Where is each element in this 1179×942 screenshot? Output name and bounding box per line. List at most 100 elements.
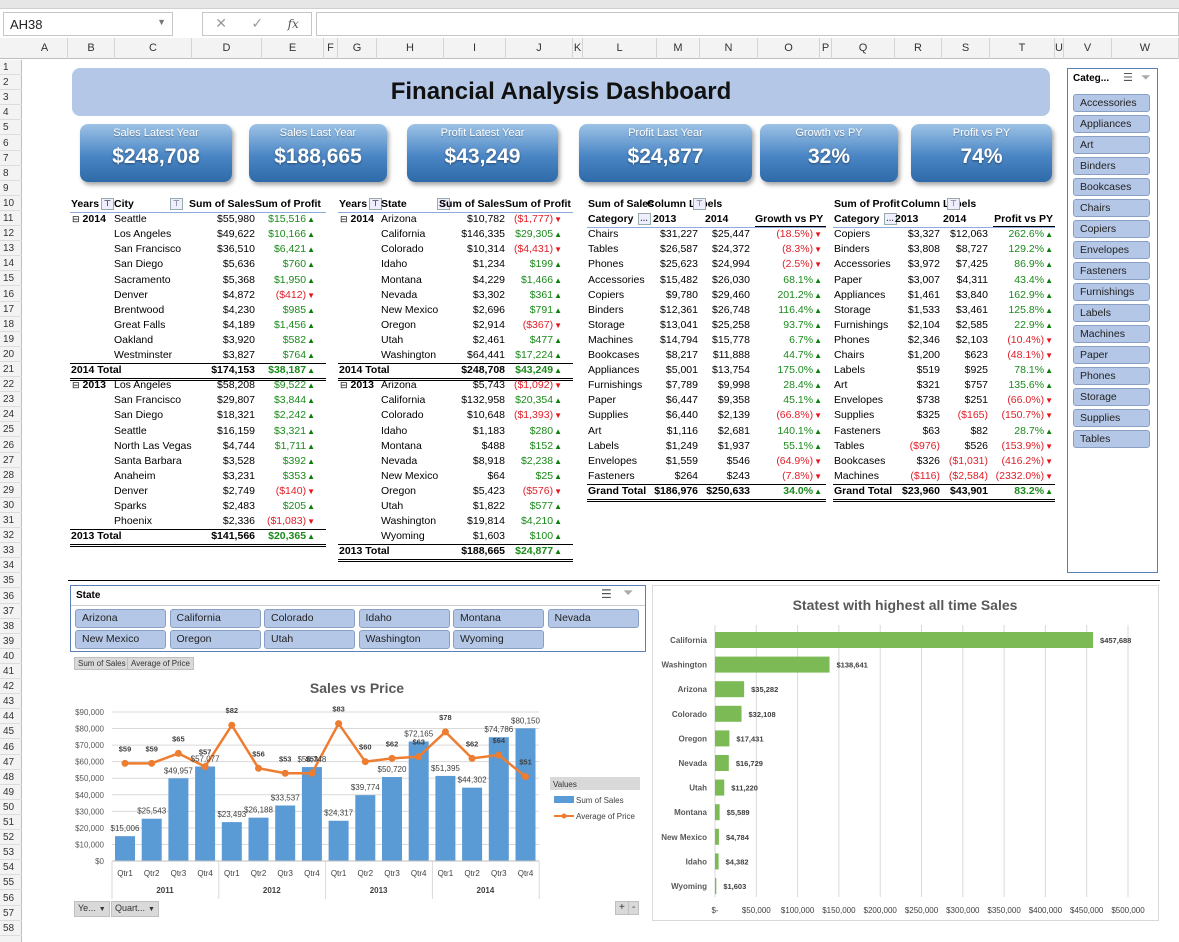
row-header[interactable]: 21	[0, 362, 22, 378]
row-header[interactable]: 41	[0, 664, 22, 680]
column-header-J[interactable]: J	[506, 38, 573, 59]
column-header-R[interactable]: R	[895, 38, 942, 59]
name-box[interactable]: AH38 ▼	[3, 12, 173, 36]
slicer-item[interactable]: Machines	[1073, 325, 1150, 343]
slicer-item[interactable]: Supplies	[1073, 409, 1150, 427]
row-header[interactable]: 4	[0, 105, 22, 121]
slicer-item[interactable]: New Mexico	[75, 630, 166, 649]
row-header[interactable]: 45	[0, 724, 22, 740]
slicer-item[interactable]: Arizona	[75, 609, 166, 628]
row-header[interactable]: 22	[0, 377, 22, 393]
formula-bar-input[interactable]	[316, 12, 1179, 36]
collapse-icon[interactable]: ⊟	[340, 214, 348, 224]
row-header[interactable]: 14	[0, 256, 22, 272]
row-header[interactable]: 39	[0, 634, 22, 649]
column-header-L[interactable]: L	[583, 38, 657, 59]
slicer-item[interactable]: Chairs	[1073, 199, 1150, 217]
row-header[interactable]: 1	[0, 60, 22, 76]
column-header-N[interactable]: N	[700, 38, 758, 59]
row-header[interactable]: 5	[0, 120, 22, 136]
clear-filter-icon[interactable]: ⏷	[623, 586, 633, 601]
row-header[interactable]: 18	[0, 317, 22, 332]
column-header-I[interactable]: I	[444, 38, 506, 59]
row-header[interactable]: 13	[0, 241, 22, 257]
column-header-G[interactable]: G	[338, 38, 377, 59]
slicer-item[interactable]: Oregon	[169, 630, 261, 649]
row-header[interactable]: 54	[0, 860, 22, 876]
row-header[interactable]: 16	[0, 287, 22, 302]
slicer-item[interactable]: Furnishings	[1073, 283, 1150, 301]
row-header[interactable]: 58	[0, 921, 22, 936]
row-header[interactable]: 42	[0, 679, 22, 695]
slicer-item[interactable]: Wyoming	[453, 630, 544, 649]
row-header[interactable]: 55	[0, 875, 22, 891]
row-header[interactable]: 56	[0, 891, 22, 906]
row-header[interactable]: 34	[0, 558, 22, 574]
row-header[interactable]: 12	[0, 226, 22, 242]
year-group[interactable]: ⊟ 2014	[340, 212, 374, 227]
column-header-S[interactable]: S	[942, 38, 990, 59]
slicer-item[interactable]: Utah	[264, 630, 355, 649]
filter-icon[interactable]: ⊤	[693, 198, 706, 210]
row-header[interactable]: 31	[0, 513, 22, 529]
slicer-item[interactable]: California	[169, 609, 261, 628]
insert-function-icon[interactable]: fx	[288, 17, 299, 31]
row-header[interactable]: 29	[0, 483, 22, 498]
slicer-item[interactable]: Appliances	[1073, 115, 1150, 133]
row-header[interactable]: 43	[0, 694, 22, 710]
row-header[interactable]: 32	[0, 528, 22, 544]
row-header[interactable]: 6	[0, 136, 22, 151]
row-header[interactable]: 24	[0, 407, 22, 423]
filter-dropdown-icon[interactable]: …	[637, 213, 651, 226]
row-header[interactable]: 33	[0, 543, 22, 559]
row-header[interactable]: 8	[0, 166, 22, 181]
row-header[interactable]: 19	[0, 332, 22, 347]
enter-icon[interactable]: ✓	[251, 16, 263, 32]
multi-select-icon[interactable]: ☰	[1123, 71, 1133, 84]
filter-icon[interactable]: ⊤	[101, 198, 115, 211]
year-group[interactable]: ⊟ 2013	[340, 378, 374, 393]
row-header[interactable]: 48	[0, 770, 22, 785]
row-header[interactable]: 17	[0, 302, 22, 317]
row-header[interactable]: 30	[0, 498, 22, 513]
row-header[interactable]: 47	[0, 755, 22, 770]
row-header[interactable]: 11	[0, 211, 22, 227]
slicer-item[interactable]: Idaho	[358, 609, 450, 628]
row-header[interactable]: 27	[0, 453, 22, 468]
row-header[interactable]: 52	[0, 830, 22, 846]
filter-icon[interactable]: ⊤	[947, 198, 960, 210]
cancel-icon[interactable]: ✕	[215, 16, 227, 32]
slicer-item[interactable]: Copiers	[1073, 220, 1150, 238]
slicer-item[interactable]: Accessories	[1073, 94, 1150, 112]
row-header[interactable]: 25	[0, 422, 22, 438]
chevron-down-icon[interactable]: ▼	[157, 17, 166, 27]
row-header[interactable]: 57	[0, 906, 22, 921]
slicer-item[interactable]: Tables	[1073, 430, 1150, 448]
slicer-item[interactable]: Montana	[453, 609, 544, 628]
row-header[interactable]: 35	[0, 573, 22, 589]
column-header-A[interactable]: A	[22, 38, 68, 59]
column-header-O[interactable]: O	[758, 38, 820, 59]
slicer-item[interactable]: Colorado	[264, 609, 355, 628]
row-header[interactable]: 40	[0, 649, 22, 664]
slicer-item[interactable]: Washington	[358, 630, 450, 649]
row-header[interactable]: 53	[0, 845, 22, 861]
row-header[interactable]: 51	[0, 815, 22, 831]
collapse-icon[interactable]: ⊟	[340, 380, 348, 390]
slicer-item[interactable]: Art	[1073, 136, 1150, 154]
row-header[interactable]: 46	[0, 740, 22, 755]
column-header-H[interactable]: H	[377, 38, 444, 59]
row-header[interactable]: 26	[0, 438, 22, 453]
row-header[interactable]: 50	[0, 800, 22, 815]
slicer-item[interactable]: Binders	[1073, 157, 1150, 175]
column-header-E[interactable]: E	[262, 38, 324, 59]
collapse-icon[interactable]: ⊟	[72, 214, 80, 224]
slicer-item[interactable]: Storage	[1073, 388, 1150, 406]
column-header-W[interactable]: W	[1112, 38, 1179, 59]
year-group[interactable]: ⊟ 2014	[72, 212, 106, 227]
row-header[interactable]: 23	[0, 392, 22, 408]
row-header[interactable]: 49	[0, 785, 22, 800]
column-header-F[interactable]: F	[324, 38, 338, 59]
row-header[interactable]: 20	[0, 347, 22, 362]
column-header-B[interactable]: B	[68, 38, 115, 59]
